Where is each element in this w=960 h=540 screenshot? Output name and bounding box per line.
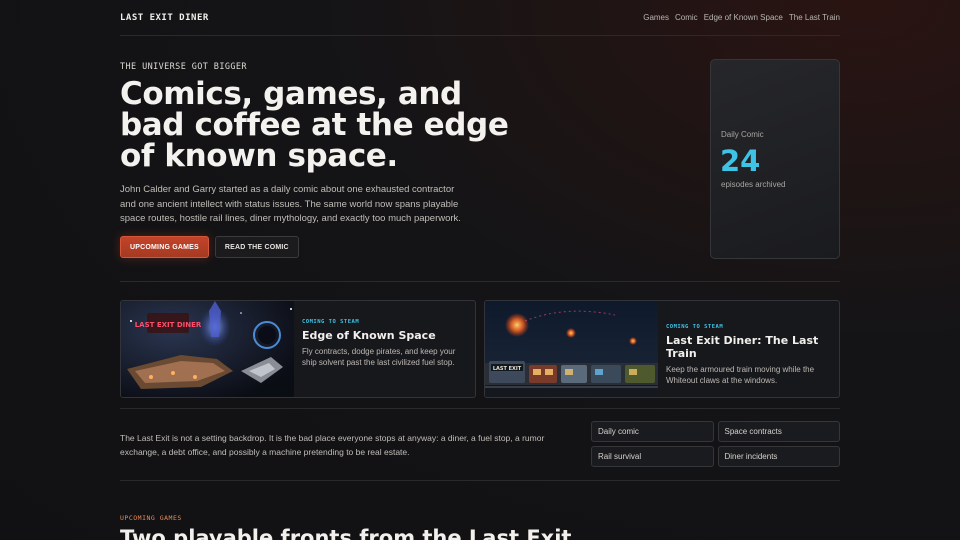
stat-value: 24 [720,144,761,178]
nav-link-last-train[interactable]: The Last Train [789,13,840,22]
game-title: Edge of Known Space [302,329,436,342]
upcoming-games-button[interactable]: UPCOMING GAMES [120,236,209,258]
upcoming-heading: Two playable fronts from the Last Exit [120,526,572,540]
train-sign: LAST EXIT [493,366,522,372]
games-section: LAST EXIT DINER COMING TO STEAM Edge of … [120,282,840,409]
diner-neon-sign: LAST EXIT DINER [135,321,202,329]
chip-space-contracts[interactable]: Space contracts [717,421,840,442]
upcoming-eyebrow: UPCOMING GAMES [120,514,182,522]
hero-section: THE UNIVERSE GOT BIGGER Comics, games, a… [120,36,840,282]
game-info: COMING TO STEAM Last Exit Diner: The Las… [666,324,831,386]
about-text: The Last Exit is not a setting backdrop.… [120,433,545,457]
hero-actions: UPCOMING GAMES READ THE COMIC [120,236,299,258]
main-nav: Games Comic Edge of Known Space The Last… [643,13,840,22]
hero-eyebrow: THE UNIVERSE GOT BIGGER [120,62,247,72]
site-logo[interactable]: LAST EXIT DINER [120,13,209,23]
stat-sub-label: episodes archived [721,180,786,189]
stat-label: Daily Comic [721,130,764,139]
game-description: Fly contracts, dodge pirates, and keep y… [302,347,456,367]
chip-diner-incidents[interactable]: Diner incidents [717,446,840,467]
game-info: COMING TO STEAM Edge of Known Space Fly … [302,319,467,368]
upcoming-games-section: UPCOMING GAMES Two playable fronts from … [120,481,840,540]
last-train-thumbnail: LAST EXIT [485,301,658,397]
game-title: Last Exit Diner: The Last Train [666,334,819,360]
top-bar: LAST EXIT DINER Games Comic Edge of Know… [120,0,840,36]
nav-link-comic[interactable]: Comic [675,13,698,22]
game-card-edge-of-known-space[interactable]: LAST EXIT DINER COMING TO STEAM Edge of … [120,300,476,398]
game-card-last-train[interactable]: LAST EXIT COMING TO STEAM Last Exit Dine… [484,300,840,398]
game-tag: COMING TO STEAM [666,324,724,330]
daily-comic-stat-card[interactable]: Daily Comic 24 episodes archived [710,59,840,259]
hero-description: John Calder and Garry started as a daily… [120,184,461,224]
game-description: Keep the armoured train moving while the… [666,365,815,385]
read-comic-button[interactable]: READ THE COMIC [214,236,299,258]
nav-link-games[interactable]: Games [643,13,669,22]
nav-link-edge-of-known-space[interactable]: Edge of Known Space [704,13,783,22]
topic-chips: Daily comic Space contracts Rail surviva… [591,421,840,467]
hero-headline: Comics, games, and bad coffee at the edg… [120,76,509,174]
edge-of-known-space-thumbnail: LAST EXIT DINER [121,301,294,397]
chip-rail-survival[interactable]: Rail survival [591,446,714,467]
game-tag: COMING TO STEAM [302,319,360,325]
chip-daily-comic[interactable]: Daily comic [591,421,714,442]
page: LAST EXIT DINER Games Comic Edge of Know… [120,0,840,540]
about-section: The Last Exit is not a setting backdrop.… [120,409,840,481]
